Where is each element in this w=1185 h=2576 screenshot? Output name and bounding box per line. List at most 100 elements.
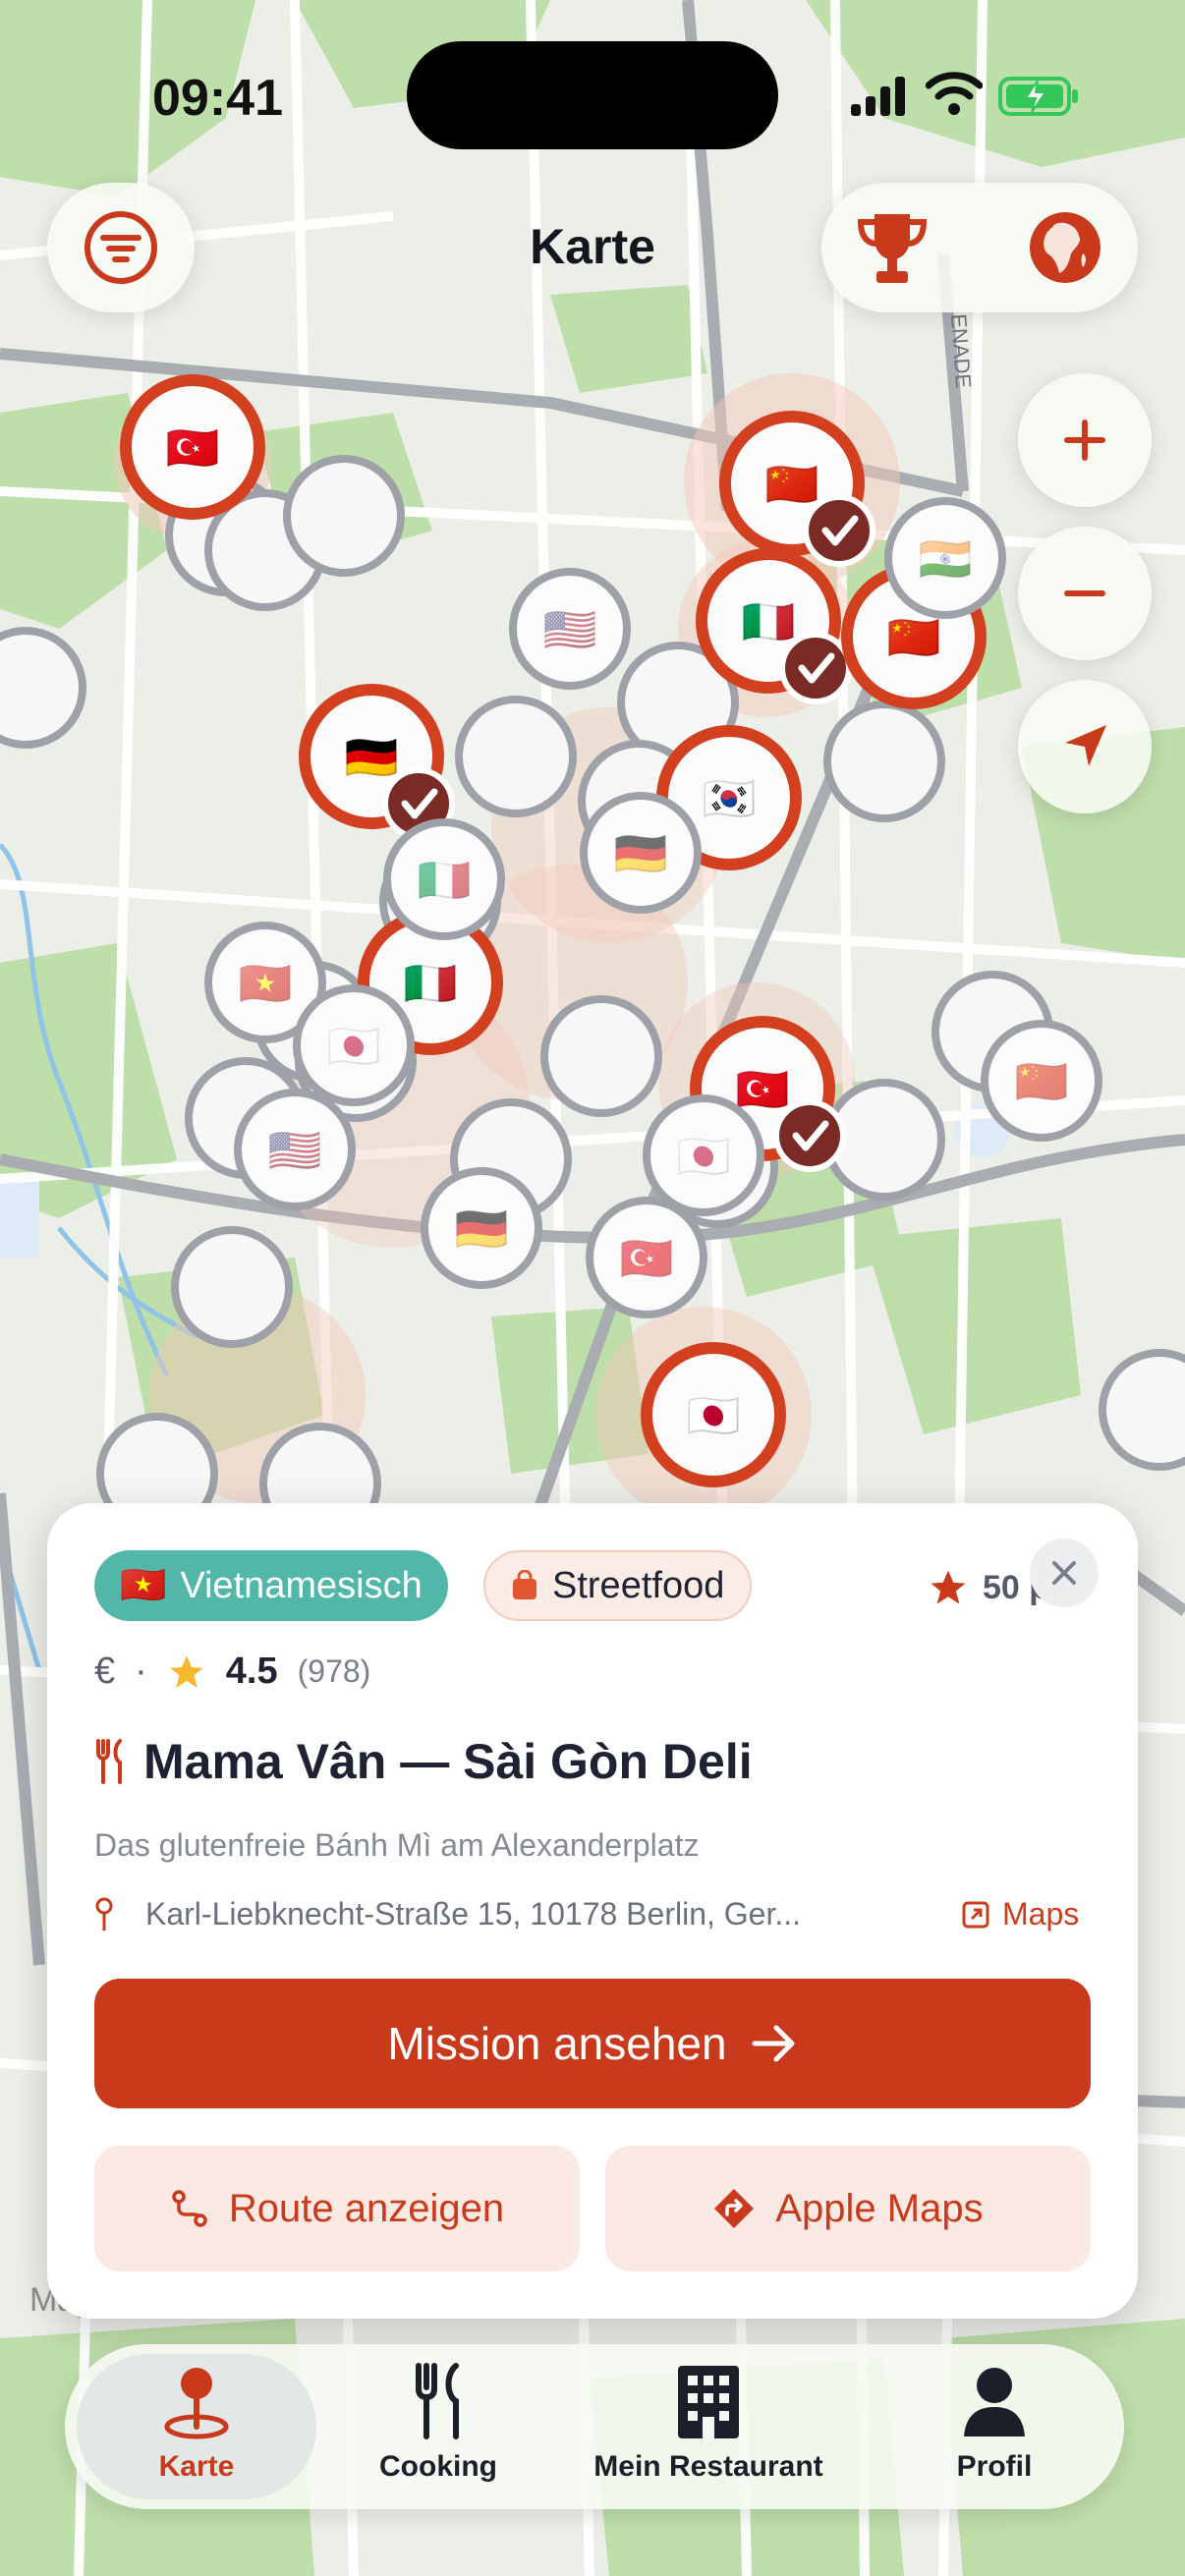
map-pin-cluster[interactable] [1099, 1349, 1185, 1471]
star-icon [931, 1570, 966, 1604]
tab-cooking[interactable]: Cooking [340, 2354, 536, 2499]
minus-icon [1064, 590, 1105, 596]
building-icon [678, 2366, 739, 2438]
pin-flag: 🇩🇪 [345, 734, 399, 782]
location-arrow-icon [1065, 725, 1106, 766]
map-pin[interactable]: 🇩🇪 [421, 1167, 542, 1289]
map-pin[interactable]: 🇺🇸 [234, 1089, 356, 1210]
tab-profil[interactable]: Profil [886, 2354, 1102, 2499]
dynamic-island [407, 41, 778, 149]
pin-flag: 🇺🇸 [543, 606, 597, 654]
map-pin[interactable]: 🇺🇸 [509, 568, 631, 690]
close-icon [1052, 1561, 1076, 1585]
pin-flag: 🇯🇵 [677, 1133, 731, 1181]
battery-charging-icon [998, 77, 1078, 116]
pin-flag: 🇹🇷 [620, 1235, 674, 1283]
map-pin[interactable]: 🇯🇵 [643, 1094, 764, 1216]
fork-knife-icon [96, 1739, 122, 1784]
close-card-button[interactable] [1030, 1539, 1099, 1607]
route-button[interactable]: Route anzeigen [94, 2146, 580, 2271]
tab-label: Mein Restaurant [593, 2450, 823, 2483]
cellular-signal-icon [851, 77, 905, 116]
type-label: Streetfood [552, 1564, 725, 1606]
map-pin[interactable]: 🇨🇳 [981, 1020, 1102, 1142]
fork-knife-icon [416, 2363, 459, 2439]
pin-flag: 🇯🇵 [327, 1023, 381, 1071]
restaurant-description: Das glutenfreie Bánh Mì am Alexanderplat… [94, 1827, 700, 1863]
pin-flag: 🇨🇳 [765, 461, 819, 509]
map-pin-cluster[interactable] [540, 995, 662, 1117]
restaurant-card: 🇻🇳 Vietnamesisch Streetfood 50 pt € · 4.… [47, 1503, 1138, 2319]
apple-maps-button[interactable]: Apple Maps [605, 2146, 1091, 2271]
cuisine-flag: 🇻🇳 [120, 1565, 167, 1606]
shopping-bag-icon [513, 1570, 536, 1599]
price-rating-row: € · 4.5 (978) [94, 1651, 370, 1693]
map-pin[interactable]: 🇮🇹 [383, 818, 505, 940]
map-pin[interactable]: 🇯🇵 [641, 1342, 786, 1487]
pin-flag: 🇹🇷 [166, 424, 220, 473]
pin-flag: 🇮🇹 [404, 960, 458, 1008]
status-bar: 09:41 [0, 0, 1185, 187]
map-pin-icon [164, 2368, 229, 2439]
completed-check-badge [773, 1099, 846, 1172]
zoom-in-button[interactable] [1018, 373, 1152, 507]
tab-label: Karte [158, 2450, 235, 2483]
rating-star-icon [170, 1654, 203, 1688]
pin-flag: 🇯🇵 [687, 1392, 741, 1440]
route-button-label: Route anzeigen [228, 2186, 505, 2230]
map-pin-cluster[interactable] [283, 455, 405, 577]
tab-karte[interactable]: Karte [77, 2354, 316, 2499]
map-pin[interactable]: 🇮🇳 [884, 497, 1006, 619]
person-icon [964, 2368, 1025, 2436]
locate-me-button[interactable] [1018, 680, 1152, 813]
maps-link[interactable]: Maps [961, 1896, 1079, 1932]
address-text: Karl-Liebknecht-Straße 15, 10178 Berlin,… [145, 1896, 802, 1932]
pin-flag: 🇨🇳 [887, 614, 941, 662]
status-time: 09:41 [152, 70, 283, 127]
map-pin-cluster[interactable] [0, 627, 86, 749]
maps-link-label: Maps [1002, 1896, 1080, 1932]
zoom-out-button[interactable] [1018, 527, 1152, 660]
cuisine-label: Vietnamesisch [180, 1564, 423, 1606]
map-pin-cluster[interactable] [455, 696, 577, 817]
map-pin[interactable]: 🇯🇵 [293, 984, 415, 1106]
pin-flag: 🇩🇪 [455, 1205, 509, 1254]
map-pin-cluster[interactable] [171, 1226, 293, 1348]
wifi-icon [926, 72, 983, 115]
map-pin-cluster[interactable] [823, 700, 945, 822]
plus-icon [1064, 420, 1105, 461]
directions-diamond-icon [714, 2189, 755, 2228]
pin-flag: 🇹🇷 [736, 1066, 790, 1114]
restaurant-name: Mama Vân — Sài Gòn Deli [143, 1734, 753, 1789]
pin-flag: 🇰🇷 [703, 775, 757, 823]
trophy-icon[interactable] [853, 208, 931, 287]
location-pin-icon [95, 1897, 113, 1931]
map-pin[interactable]: 🇩🇪 [580, 792, 702, 914]
arrow-right-icon [752, 2025, 795, 2062]
mission-button[interactable]: Mission ansehen [94, 1979, 1091, 2108]
meta-separator: · [135, 1651, 147, 1692]
globe-africa-icon[interactable] [1026, 208, 1104, 287]
pin-flag: 🇩🇪 [614, 830, 668, 878]
pin-flag: 🇺🇸 [268, 1127, 322, 1175]
type-chip[interactable]: Streetfood [483, 1550, 753, 1621]
map-pin[interactable]: 🇹🇷 [586, 1197, 707, 1318]
mission-button-label: Mission ansehen [387, 2018, 727, 2069]
tab-label: Profil [956, 2450, 1033, 2483]
rating-value: 4.5 [225, 1651, 278, 1692]
pin-flag: 🇮🇳 [919, 535, 973, 584]
external-link-icon [962, 1901, 989, 1928]
apple-maps-button-label: Apple Maps [775, 2186, 984, 2230]
address-row: Karl-Liebknecht-Straße 15, 10178 Berlin,… [94, 1896, 801, 1932]
header-actions [821, 183, 1138, 312]
cuisine-chip[interactable]: 🇻🇳 Vietnamesisch [94, 1550, 448, 1621]
pin-flag: 🇻🇳 [239, 960, 293, 1008]
rating-count: (978) [297, 1653, 371, 1689]
route-icon [172, 2190, 207, 2227]
completed-check-badge [779, 632, 852, 704]
tab-mein-restaurant[interactable]: Mein Restaurant [566, 2354, 851, 2499]
tab-bar: Karte Cooking Mein Restaurant Profil [65, 2344, 1124, 2509]
map-pin[interactable]: 🇹🇷 [120, 374, 265, 520]
pin-flag: 🇨🇳 [1015, 1058, 1069, 1106]
completed-check-badge [803, 494, 875, 567]
